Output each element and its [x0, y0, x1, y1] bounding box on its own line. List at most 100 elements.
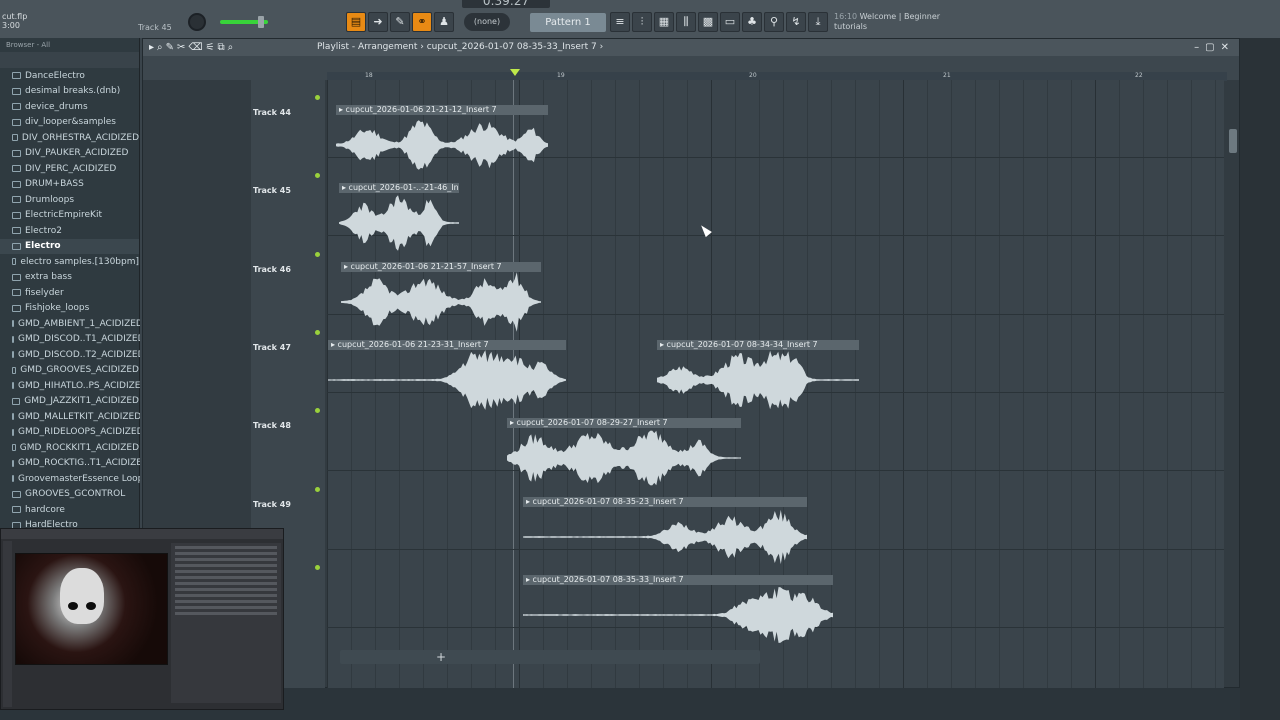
browser-folder[interactable]: hardcore — [0, 502, 139, 518]
folder-label: GMD_AMBIENT_1_ACIDIZED — [18, 318, 143, 329]
browser-folder[interactable]: GMD_HIHATLO..PS_ACIDIZED — [0, 378, 147, 394]
browser-folder[interactable]: device_drums — [0, 99, 139, 115]
folder-label: device_drums — [25, 101, 88, 112]
browser-folder[interactable]: GMD_MALLETKIT_ACIDIZED — [0, 409, 141, 425]
master-volume-knob[interactable] — [188, 13, 206, 31]
arrow-icon[interactable]: ➜ — [368, 12, 388, 32]
track-name[interactable]: Track 45 — [253, 186, 291, 195]
browser-folder[interactable]: GMD_RIDELOOPS_ACIDIZED — [0, 425, 144, 441]
clip-header[interactable]: ▸ cupcut_2026-01-06 21-23-31_Insert 7 — [328, 339, 566, 350]
clipboard-icon[interactable]: ▭ — [720, 12, 740, 32]
track-enable-led[interactable] — [315, 95, 320, 100]
overlay-window-thumbnail — [0, 528, 284, 710]
track-name[interactable]: Track 48 — [253, 421, 291, 430]
playlist-window: ▸⌕✎✂⌫⚟⧉⌕ Playlist - Arrangement › cupcut… — [142, 38, 1240, 688]
browser-folder[interactable]: GMD_GROOVES_ACIDIZED — [0, 363, 139, 379]
hint-line2[interactable]: tutorials — [834, 22, 940, 32]
playlist-icon[interactable]: ≡ — [610, 12, 630, 32]
add-track-icon[interactable]: + — [436, 650, 446, 664]
track-name[interactable]: Track 47 — [253, 343, 291, 352]
channel-rack-icon[interactable]: ▦ — [654, 12, 674, 32]
folder-icon — [12, 87, 21, 95]
browser-folder[interactable]: Electro2 — [0, 223, 139, 239]
browser-header[interactable]: Browser - All — [0, 38, 139, 52]
browser-folder[interactable]: extra bass — [0, 270, 139, 286]
browser-folder[interactable]: ElectricEmpireKit — [0, 208, 139, 224]
waveform-shape — [523, 586, 833, 643]
link-icon[interactable]: ⚭ — [412, 12, 432, 32]
track-name[interactable]: Track 49 — [253, 500, 291, 509]
vertical-scrollbar[interactable] — [1229, 129, 1237, 153]
browser-folder[interactable]: desimal breaks.(dnb) — [0, 84, 139, 100]
browser-folder[interactable]: Electro — [0, 238, 139, 254]
clip-header[interactable]: ▸ cupcut_2026-01-07 08-29-27_Insert 7 — [507, 418, 741, 429]
equalizer-icon[interactable]: ⫼ — [676, 12, 696, 32]
browser-folder[interactable]: DIV_PAUKER_ACIDIZED — [0, 146, 139, 162]
ruler-tick-label: 22 — [1135, 72, 1143, 79]
cable-icon[interactable]: ↯ — [786, 12, 806, 32]
clip-header[interactable]: ▸ cupcut_2026-01-07 08-34-34_Insert 7 — [657, 339, 859, 350]
browser-folder[interactable]: GMD_AMBIENT_1_ACIDIZED — [0, 316, 143, 332]
browser-folder[interactable]: GMD_ROCKTIG..T1_ACIDIZED — [0, 456, 149, 472]
track-name[interactable]: Track 44 — [253, 108, 291, 117]
browser-folder[interactable]: DIV_PERC_ACIDIZED — [0, 161, 139, 177]
clip-label: ▸ cupcut_2026-01-06 21-21-57_Insert 7 — [344, 261, 502, 271]
playlist-tools[interactable]: ▸⌕✎✂⌫⚟⧉⌕ — [149, 39, 236, 56]
folder-label: GMD_GROOVES_ACIDIZED — [20, 365, 139, 376]
browser-folder[interactable]: fiselyder — [0, 285, 139, 301]
browser-folder[interactable]: div_looper&samples — [0, 115, 139, 131]
song-position-marker[interactable] — [510, 69, 520, 76]
slider-thumb[interactable] — [258, 16, 264, 28]
folder-label: GMD_ROCKTIG..T1_ACIDIZED — [18, 458, 149, 469]
overlay-menubar — [1, 529, 283, 539]
brush-icon[interactable]: ✎ — [390, 12, 410, 32]
hint-line1[interactable]: Welcome | Beginner — [860, 12, 940, 21]
clip-header[interactable]: ▸ cupcut_2026-01-07 08-35-33_Insert 7 — [523, 574, 833, 585]
mixer-icon[interactable]: ⫶ — [632, 12, 652, 32]
piano-roll-icon[interactable]: ▤ — [346, 12, 366, 32]
track-name[interactable]: Track 46 — [253, 265, 291, 274]
track-lane[interactable] — [327, 393, 1224, 472]
browser-folder[interactable]: Drumloops — [0, 192, 139, 208]
audio-clip[interactable]: ▸ cupcut_2026-01-07 08-35-33_Insert 7 — [523, 574, 833, 651]
track-enable-led[interactable] — [315, 251, 320, 257]
pattern-selector[interactable]: Pattern 1 — [530, 13, 606, 32]
track-lanes[interactable]: ▸ cupcut_2026-01-06 21-21-12_Insert 7 ▸ c… — [327, 80, 1224, 688]
folder-icon — [12, 273, 21, 281]
clip-header[interactable]: ▸ cupcut_2026-01-07 08-35-23_Insert 7 — [523, 496, 807, 507]
folder-icon — [12, 304, 21, 312]
track-enable-led[interactable] — [315, 486, 320, 492]
playlist-breadcrumb[interactable]: cupcut_2026-01-07 08-35-33_Insert 7 — [427, 42, 597, 52]
folder-label: GMD_HIHATLO..PS_ACIDIZED — [18, 380, 148, 391]
browser-folder[interactable]: GMD_DISCOD..T2_ACIDIZED — [0, 347, 145, 363]
folder-icon — [12, 258, 17, 266]
track-enable-led[interactable] — [315, 329, 320, 335]
browser-folder[interactable]: GroovemasterEssence Loops — [0, 471, 148, 487]
browser-folder[interactable]: electro samples.[130bpm] — [0, 254, 139, 270]
clip-header[interactable]: ▸ cupcut_2026-01-06 21-21-57_Insert 7 — [341, 261, 541, 272]
person-icon[interactable]: ⚲ — [764, 12, 784, 32]
window-controls[interactable]: –▢✕ — [1194, 39, 1235, 56]
horizontal-scrollbar[interactable] — [340, 650, 760, 664]
browser-folder[interactable]: DIV_ORHESTRA_ACIDIZED — [0, 130, 139, 146]
grid-icon[interactable]: ▩ — [698, 12, 718, 32]
clip-header[interactable]: ▸ cupcut_2026-01-06 21-21-12_Insert 7 — [336, 105, 548, 115]
time-display[interactable]: 0:39:27 — [462, 0, 550, 8]
stamp-icon[interactable]: ♟ — [434, 12, 454, 32]
track-lane[interactable] — [327, 158, 1224, 237]
browser-panel: Browser - All DanceElectro desimal breaks… — [0, 38, 149, 538]
browser-folder[interactable]: GMD_ROCKKIT1_ACIDIZED — [0, 440, 139, 456]
download-icon[interactable]: ⤓ — [808, 12, 828, 32]
browser-folder[interactable]: Fishjoke_loops — [0, 301, 139, 317]
track-enable-led[interactable] — [315, 564, 320, 570]
master-pitch-slider[interactable] — [220, 16, 268, 28]
browser-folder[interactable]: DRUM+BASS — [0, 177, 139, 193]
browser-folder[interactable]: GMD_DISCOD..T1_ACIDIZED — [0, 332, 145, 348]
browser-folder[interactable]: GROOVES_GCONTROL — [0, 487, 139, 503]
clip-header[interactable]: ▸ cupcut_2026-01-..-21-46_Insert 7 — [339, 183, 459, 194]
folder-label: ElectricEmpireKit — [25, 210, 102, 221]
plugin-icon[interactable]: ♣ — [742, 12, 762, 32]
pattern-none-select[interactable]: (none) — [464, 13, 510, 31]
browser-folder[interactable]: DanceElectro — [0, 68, 139, 84]
browser-folder[interactable]: GMD_JAZZKIT1_ACIDIZED — [0, 394, 139, 410]
